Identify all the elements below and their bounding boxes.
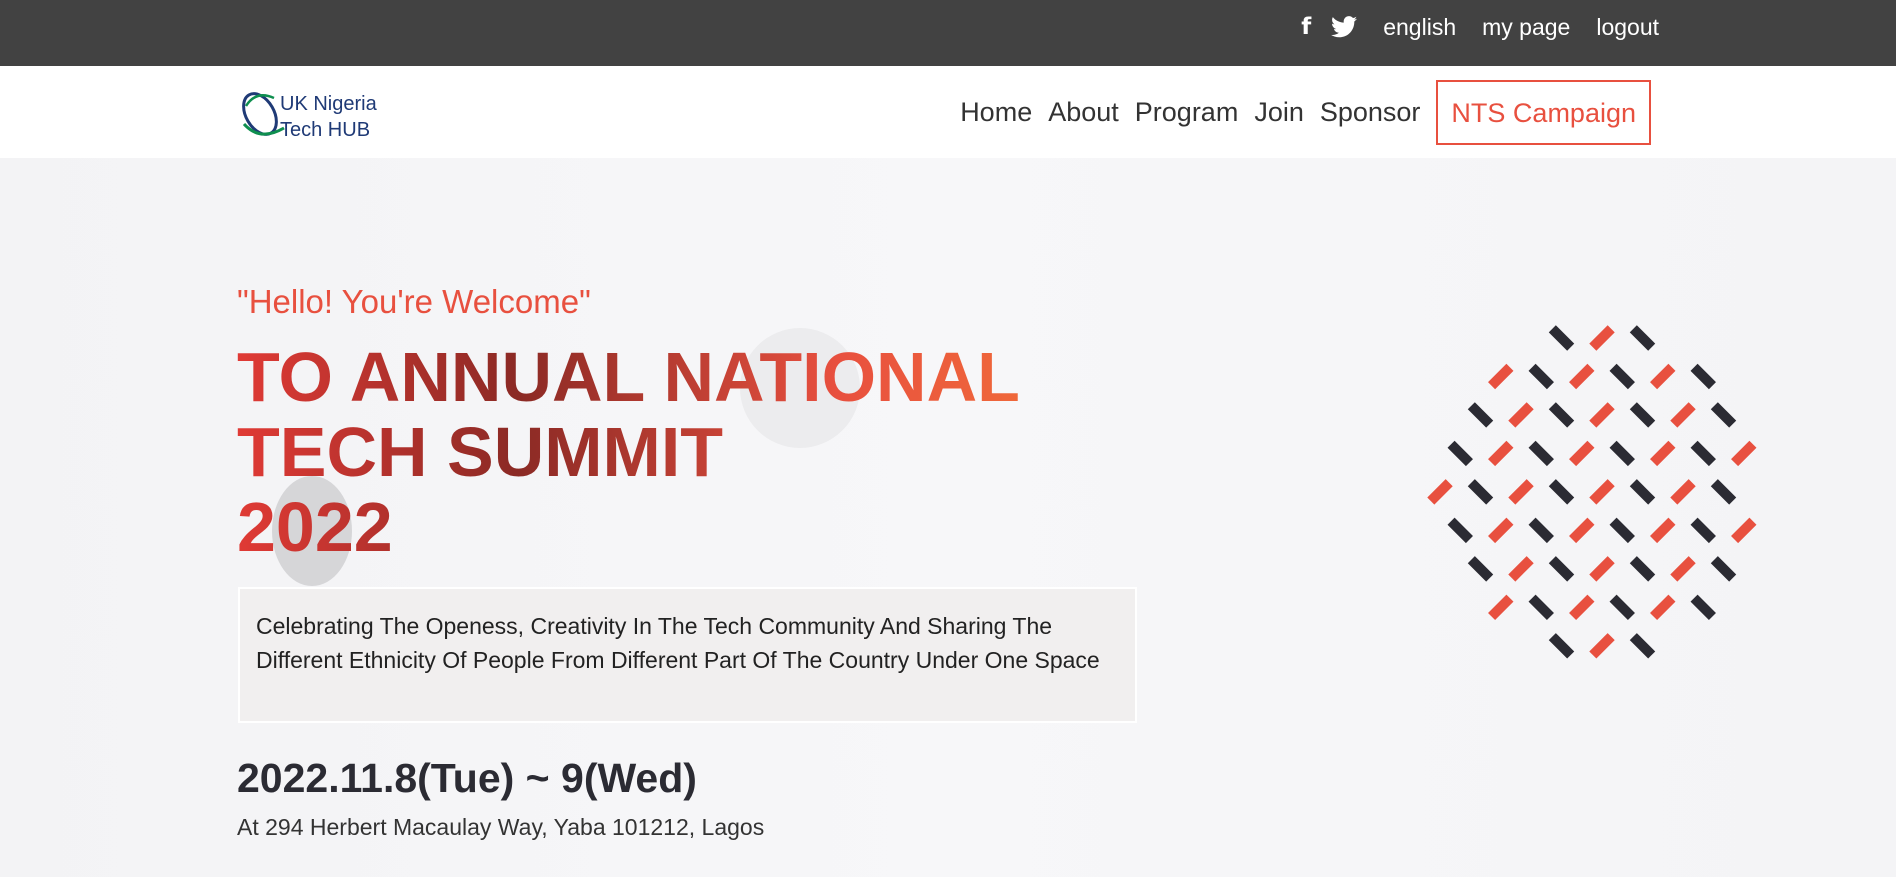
pattern-dash bbox=[1690, 440, 1716, 467]
pattern-dash bbox=[1629, 633, 1656, 659]
pattern-dash bbox=[1710, 479, 1737, 505]
pattern-dash bbox=[1589, 556, 1615, 582]
pattern-dash bbox=[1629, 479, 1656, 505]
pattern-dash bbox=[1589, 402, 1615, 428]
pattern-dash bbox=[1528, 594, 1554, 621]
pattern-dash bbox=[1548, 402, 1575, 428]
language-link[interactable]: english bbox=[1383, 14, 1456, 41]
pattern-dash bbox=[1569, 363, 1595, 390]
my-page-link[interactable]: my page bbox=[1482, 14, 1570, 41]
pattern-dash bbox=[1670, 402, 1696, 428]
pattern-dash bbox=[1508, 479, 1534, 505]
event-date: 2022.11.8(Tue) ~ 9(Wed) bbox=[237, 755, 697, 801]
pattern-dash bbox=[1569, 517, 1595, 544]
hero-title: TO ANNUAL NATIONAL TECH SUMMIT 2022 bbox=[237, 340, 1037, 565]
pattern-dash bbox=[1467, 479, 1494, 505]
logo-line-1: UK Nigeria bbox=[280, 93, 377, 115]
social-links: f bbox=[1301, 15, 1358, 39]
pattern-dash bbox=[1650, 517, 1676, 544]
nav-join[interactable]: Join bbox=[1254, 97, 1304, 128]
pattern-dash bbox=[1528, 517, 1554, 544]
pattern-dash bbox=[1731, 440, 1757, 467]
pattern-dash bbox=[1710, 556, 1737, 582]
pattern-dash bbox=[1569, 440, 1595, 467]
pattern-dash bbox=[1467, 556, 1494, 582]
nav-menu: Home About Program Join Sponsor NTS Camp… bbox=[944, 78, 1651, 146]
pattern-dash bbox=[1508, 556, 1534, 582]
hero-welcome: "Hello! You're Welcome" bbox=[237, 283, 591, 320]
twitter-icon[interactable] bbox=[1331, 16, 1358, 38]
pattern-dash bbox=[1629, 402, 1656, 428]
pattern-dash bbox=[1650, 363, 1676, 390]
pattern-dash bbox=[1609, 440, 1635, 467]
dot-pattern-graphic bbox=[1427, 325, 1757, 659]
pattern-dash bbox=[1609, 363, 1635, 390]
pattern-dash bbox=[1710, 402, 1737, 428]
pattern-dash bbox=[1488, 594, 1514, 621]
pattern-dash bbox=[1447, 517, 1473, 544]
pattern-dash bbox=[1589, 325, 1615, 351]
pattern-dash bbox=[1528, 440, 1554, 467]
pattern-dash bbox=[1548, 479, 1575, 505]
pattern-dash bbox=[1629, 556, 1656, 582]
nts-campaign-button[interactable]: NTS Campaign bbox=[1436, 79, 1651, 145]
pattern-dash bbox=[1731, 517, 1757, 544]
pattern-dash bbox=[1690, 517, 1716, 544]
pattern-dash bbox=[1589, 479, 1615, 505]
logo-line-2: Tech HUB bbox=[280, 119, 371, 141]
pattern-dash bbox=[1670, 479, 1696, 505]
pattern-dash bbox=[1609, 517, 1635, 544]
nav-home[interactable]: Home bbox=[960, 97, 1032, 128]
pattern-dash bbox=[1548, 556, 1575, 582]
site-logo[interactable]: UK Nigeria Tech HUB bbox=[238, 78, 388, 142]
pattern-dash bbox=[1488, 440, 1514, 467]
pattern-dash bbox=[1548, 325, 1575, 351]
pattern-dash bbox=[1629, 325, 1656, 351]
main-navbar: UK Nigeria Tech HUB Home About Program J… bbox=[0, 66, 1896, 158]
hero-description: Celebrating The Openess, Creativity In T… bbox=[238, 587, 1137, 723]
hero-title-line-3: 2022 bbox=[237, 488, 393, 566]
pattern-dash bbox=[1528, 363, 1554, 390]
pattern-dash bbox=[1589, 633, 1615, 659]
pattern-dash bbox=[1447, 440, 1473, 467]
pattern-dash bbox=[1548, 633, 1575, 659]
nav-about[interactable]: About bbox=[1048, 97, 1119, 128]
top-bar: f english my page logout bbox=[0, 0, 1896, 66]
nav-program[interactable]: Program bbox=[1135, 97, 1239, 128]
event-address: At 294 Herbert Macaulay Way, Yaba 101212… bbox=[237, 814, 765, 840]
pattern-dash bbox=[1467, 402, 1494, 428]
hero-title-line-1: TO ANNUAL NATIONAL bbox=[237, 338, 1020, 416]
pattern-dash bbox=[1488, 517, 1514, 544]
logo-text: UK Nigeria Tech HUB bbox=[280, 91, 377, 143]
pattern-dash bbox=[1508, 402, 1534, 428]
pattern-dash bbox=[1690, 594, 1716, 621]
pattern-dash bbox=[1670, 556, 1696, 582]
pattern-dash bbox=[1609, 594, 1635, 621]
pattern-dash bbox=[1690, 363, 1716, 390]
hero-title-line-2: TECH SUMMIT bbox=[237, 413, 724, 491]
pattern-dash bbox=[1569, 594, 1595, 621]
facebook-icon[interactable]: f bbox=[1301, 15, 1311, 39]
nav-sponsor[interactable]: Sponsor bbox=[1320, 97, 1421, 128]
logout-link[interactable]: logout bbox=[1596, 14, 1659, 41]
top-bar-links: f english my page logout bbox=[1301, 0, 1659, 54]
pattern-dash bbox=[1650, 594, 1676, 621]
pattern-dash bbox=[1427, 479, 1453, 505]
pattern-dash bbox=[1488, 363, 1514, 390]
pattern-dash bbox=[1650, 440, 1676, 467]
